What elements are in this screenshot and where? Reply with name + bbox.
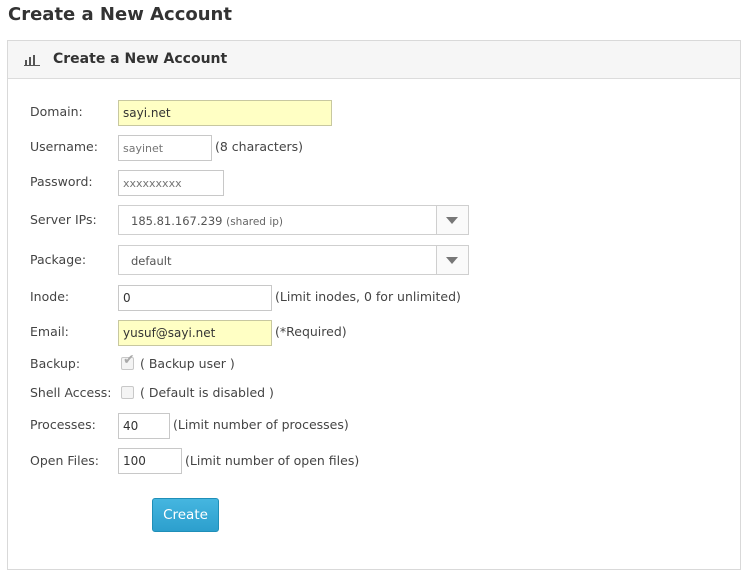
username-label: Username: <box>30 139 98 154</box>
backup-label: Backup: <box>30 356 81 371</box>
chevron-down-icon[interactable] <box>436 206 468 234</box>
open-files-label: Open Files: <box>30 453 100 468</box>
domain-field[interactable] <box>118 100 332 126</box>
processes-label: Processes: <box>30 417 96 432</box>
page-title: Create a New Account <box>8 4 232 25</box>
checkmark-icon: ✔ <box>123 352 135 368</box>
domain-label: Domain: <box>30 104 83 119</box>
package-select[interactable]: default <box>118 245 469 275</box>
email-note: (*Required) <box>275 324 347 339</box>
password-label: Password: <box>30 174 93 189</box>
chevron-down-icon[interactable] <box>436 246 468 274</box>
processes-note: (Limit number of processes) <box>173 417 349 432</box>
server-ips-value: 185.81.167.239 (shared ip) <box>131 214 283 228</box>
inode-label: Inode: <box>30 289 70 304</box>
backup-checkbox[interactable]: ✔ <box>121 353 135 370</box>
inode-field[interactable] <box>118 285 272 311</box>
bar-chart-icon <box>24 55 40 66</box>
create-button[interactable]: Create <box>152 498 219 532</box>
panel-header: Create a New Account <box>8 41 740 79</box>
password-field[interactable] <box>118 170 224 196</box>
inode-note: (Limit inodes, 0 for unlimited) <box>275 289 461 304</box>
open-files-field[interactable] <box>118 448 182 474</box>
server-ips-select[interactable]: 185.81.167.239 (shared ip) <box>118 205 469 235</box>
processes-field[interactable] <box>118 413 170 439</box>
package-value: default <box>131 254 172 268</box>
package-label: Package: <box>30 252 87 267</box>
panel-title: Create a New Account <box>53 51 228 67</box>
backup-note: ( Backup user ) <box>140 356 235 371</box>
username-field[interactable] <box>118 135 212 161</box>
username-note: (8 characters) <box>215 139 304 154</box>
shell-access-checkbox[interactable] <box>121 386 134 399</box>
shell-access-label: Shell Access: <box>30 385 112 400</box>
open-files-note: (Limit number of open files) <box>185 453 360 468</box>
email-label: Email: <box>30 324 69 339</box>
email-field[interactable] <box>118 320 272 346</box>
shell-access-note: ( Default is disabled ) <box>140 385 274 400</box>
create-account-panel: Create a New Account Domain: Username: (… <box>7 40 741 570</box>
server-ips-label: Server IPs: <box>30 212 97 227</box>
